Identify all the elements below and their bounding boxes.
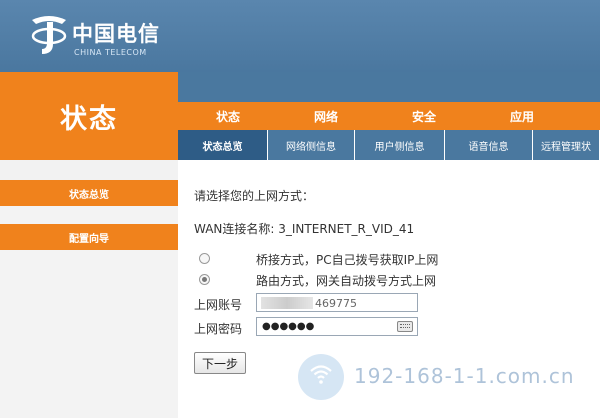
subtab-user-side-info[interactable]: 用户侧信息 [355, 130, 445, 160]
account-field[interactable]: 469775 [256, 293, 418, 312]
wifi-icon-circle [298, 354, 344, 400]
password-value: ●●●●●● [262, 321, 315, 332]
subtab-status-overview[interactable]: 状态总览 [178, 130, 268, 160]
sidebar: 状态 状态总览 配置向导 [0, 72, 178, 418]
keyboard-icon[interactable] [397, 321, 413, 332]
route-mode-label: 路由方式，网关自动拨号方式上网 [256, 274, 437, 288]
main-tabs: 状态 网络 安全 应用 [178, 102, 600, 130]
sidebar-gap [0, 160, 178, 180]
subtab-voice-info[interactable]: 语音信息 [445, 130, 533, 160]
tab-status[interactable]: 状态 [178, 102, 278, 130]
telecom-logo-icon [31, 16, 67, 54]
account-blur-mask [261, 297, 313, 309]
sidebar-title: 状态 [0, 72, 178, 160]
tab-security[interactable]: 安全 [374, 102, 474, 130]
content-panel: 请选择您的上网方式： WAN连接名称: 3_INTERNET_R_VID_41 … [178, 160, 600, 418]
wan-connection-name: WAN连接名称: 3_INTERNET_R_VID_41 [194, 222, 415, 236]
subtab-remote-management[interactable]: 远程管理状 [533, 130, 600, 160]
watermark-text: 192-168-1-1.com.cn [354, 364, 575, 388]
account-value: 469775 [315, 297, 357, 310]
bridge-mode-label: 桥接方式，PC自己拨号获取IP上网 [256, 253, 439, 267]
logo-english-text: CHINA TELECOM [74, 48, 147, 57]
logo-chinese-text: 中国电信 [72, 22, 160, 46]
next-step-button[interactable]: 下一步 [194, 352, 246, 374]
router-admin-page: 中国电信 CHINA TELECOM 状态 状态总览 配置向导 状态 网络 安全… [0, 0, 600, 418]
wifi-icon [309, 362, 333, 386]
sub-tabs: 状态总览 网络侧信息 用户侧信息 语音信息 远程管理状 [178, 130, 600, 160]
header-band [178, 72, 600, 102]
password-field[interactable]: ●●●●●● [256, 317, 418, 336]
bridge-mode-radio[interactable] [199, 253, 210, 264]
site-watermark: 192-168-1-1.com.cn [298, 350, 598, 410]
tab-application[interactable]: 应用 [474, 102, 570, 130]
header-banner: 中国电信 CHINA TELECOM [0, 0, 600, 72]
connection-prompt: 请选择您的上网方式： [194, 189, 315, 203]
account-label: 上网账号 [194, 298, 243, 312]
sidebar-item-config-wizard[interactable]: 配置向导 [0, 224, 178, 250]
china-telecom-logo: 中国电信 CHINA TELECOM [28, 8, 160, 66]
subtab-network-side-info[interactable]: 网络侧信息 [268, 130, 355, 160]
sidebar-item-status-overview[interactable]: 状态总览 [0, 180, 178, 206]
tab-network[interactable]: 网络 [278, 102, 374, 130]
password-label: 上网密码 [194, 322, 243, 336]
route-mode-radio[interactable] [199, 274, 210, 285]
